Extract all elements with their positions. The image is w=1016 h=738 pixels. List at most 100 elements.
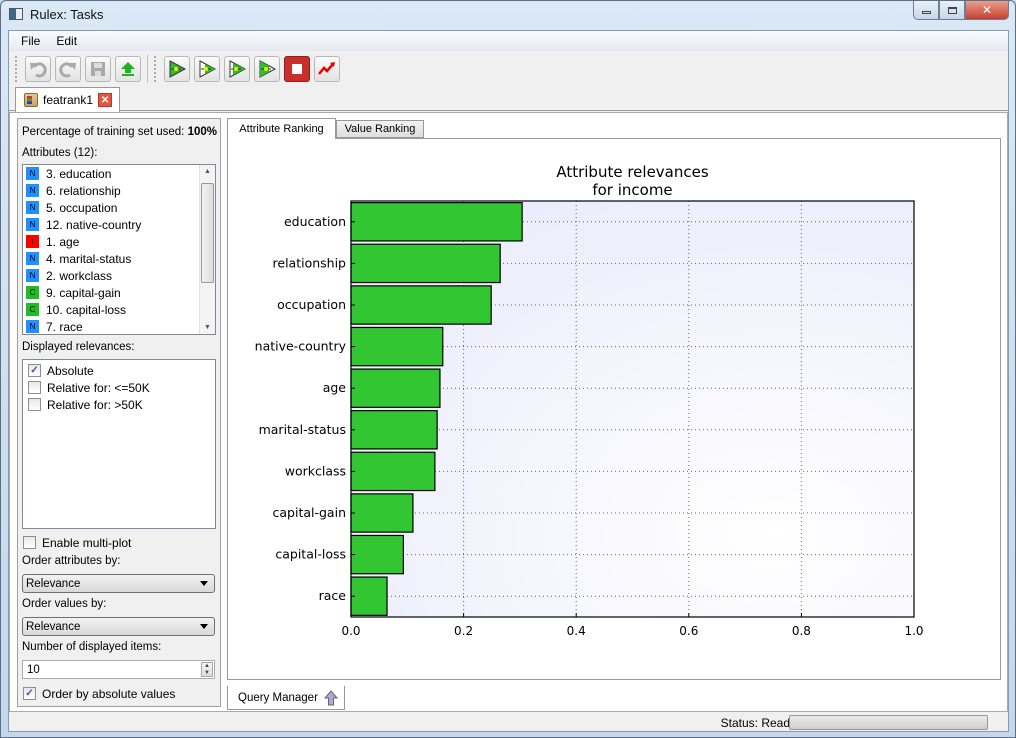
scroll-down-icon[interactable]: ▼ [204, 324, 211, 331]
abs-order-checkbox[interactable]: ✓ Order by absolute values [18, 685, 175, 702]
attribute-type-badge: N [26, 252, 39, 265]
attributes-label: Attributes (12): [22, 147, 98, 159]
menu-file[interactable]: File [13, 34, 48, 48]
upload-icon [121, 61, 135, 76]
attribute-list-item[interactable]: N 6. relationship [23, 182, 215, 199]
upload-button[interactable] [115, 55, 141, 82]
status-bar: Status: Ready [9, 713, 1008, 733]
abs-order-label: Order by absolute values [42, 686, 176, 701]
relevance-checkbox[interactable]: Relative for: >50K [23, 396, 215, 413]
client-area: File Edit featrank1 ✕ Percentage of trai… [8, 30, 1009, 732]
tab-value-ranking[interactable]: Value Ranking [336, 120, 424, 138]
plot-button[interactable] [314, 55, 340, 82]
y-tick-label: capital-gain [273, 505, 346, 520]
attributes-list[interactable]: N 3. education N 6. relationship N 5. occupat… [22, 164, 216, 335]
toolbar-grip[interactable] [15, 55, 19, 82]
order-values-value: Relevance [26, 620, 81, 633]
attribute-label: 5. occupation [46, 200, 118, 215]
attributes-scrollbar[interactable]: ▲ ▼ [199, 165, 215, 334]
y-tick-label: education [284, 214, 346, 229]
attribute-list-item[interactable]: C 9. capital-gain [23, 284, 215, 301]
redo-button[interactable] [55, 55, 81, 82]
checkbox-icon: ✓ [28, 364, 41, 377]
maximize-icon [947, 6, 957, 14]
bar [350, 202, 523, 242]
attribute-type-badge: C [26, 286, 39, 299]
attribute-type-badge: N [26, 320, 39, 333]
close-button[interactable]: ✕ [965, 1, 1009, 20]
order-values-select[interactable]: Relevance [22, 617, 215, 636]
toolbar [9, 52, 1008, 85]
feature-rank-icon [24, 93, 38, 107]
training-set-label: Percentage of training set used: 100% [22, 126, 218, 138]
chart-panel: Attribute relevances for income 0.0 0.2 0.4 0… [227, 138, 1001, 680]
bar [350, 285, 492, 325]
attribute-label: 12. native-country [46, 217, 142, 232]
order-attributes-select[interactable]: Relevance [22, 574, 215, 593]
attribute-list-item[interactable]: I 1. age [23, 233, 215, 250]
order-attributes-value: Relevance [26, 577, 81, 590]
attribute-list-item[interactable]: N 5. occupation [23, 199, 215, 216]
relevance-label: Absolute [47, 363, 94, 378]
run-from-button[interactable] [224, 55, 250, 82]
app-window: Rulex: Tasks ✕ File Edit featrank1 ✕ Per… [0, 0, 1016, 738]
run-to-icon [259, 59, 277, 78]
attribute-list-item[interactable]: C 10. capital-loss [23, 301, 215, 318]
run-from-icon [229, 59, 247, 78]
relevances-list: ✓ Absolute Relative for: <=50K Relative for… [22, 359, 216, 529]
attribute-label: 3. education [46, 166, 112, 181]
window-title: Rulex: Tasks [30, 7, 104, 22]
attribute-list-item[interactable]: N 4. marital-status [23, 250, 215, 267]
x-tick-label: 0.4 [567, 624, 586, 638]
run-to-button[interactable] [254, 55, 280, 82]
attribute-list-item[interactable]: N 12. native-country [23, 216, 215, 233]
attribute-list-item[interactable]: N 7. race [23, 318, 215, 334]
run-all-button[interactable] [164, 55, 190, 82]
multiplot-check-icon [23, 536, 36, 549]
relevance-checkbox[interactable]: ✓ Absolute [23, 362, 215, 379]
minimize-button[interactable] [913, 1, 939, 20]
maximize-button[interactable] [939, 1, 965, 20]
attribute-type-badge: N [26, 184, 39, 197]
undo-button[interactable] [25, 55, 51, 82]
y-tick-label: occupation [277, 297, 346, 312]
scrollbar-thumb[interactable] [201, 183, 214, 283]
close-tab-icon[interactable]: ✕ [98, 93, 113, 107]
bar [350, 451, 436, 492]
doc-tab-featrank1[interactable]: featrank1 ✕ [15, 87, 120, 112]
attribute-type-badge: N [26, 201, 39, 214]
y-tick-label: marital-status [259, 422, 346, 437]
arrow-up-icon [323, 689, 338, 705]
toolbar-grip-2[interactable] [154, 55, 158, 82]
attribute-label: 2. workclass [46, 268, 113, 283]
save-button[interactable] [85, 55, 111, 82]
relevance-checkbox[interactable]: Relative for: <=50K [23, 379, 215, 396]
query-manager-tab[interactable]: Query Manager [227, 686, 345, 710]
tab-attribute-ranking[interactable]: Attribute Ranking [227, 118, 336, 139]
menu-edit[interactable]: Edit [48, 34, 85, 48]
x-tick-label: 0.6 [679, 624, 698, 638]
ranking-area: Attribute Ranking Value Ranking Attribut… [227, 118, 1001, 680]
x-tick-label: 0.0 [341, 624, 360, 638]
spin-arrows-icon[interactable]: ▲ ▼ [201, 662, 213, 677]
stop-button[interactable] [284, 55, 310, 82]
num-items-spinbox[interactable]: 10 ▲ ▼ [22, 660, 215, 679]
y-tick-label: relationship [273, 255, 347, 270]
order-values-label: Order values by: [22, 598, 107, 610]
minimize-icon [921, 11, 931, 14]
relevance-label: Relative for: >50K [47, 397, 143, 412]
x-tick-label: 0.8 [792, 624, 811, 638]
chart-title: Attribute relevances [556, 163, 709, 181]
run-step-button[interactable] [194, 55, 220, 82]
chevron-down-icon [200, 581, 208, 586]
attribute-list-item[interactable]: N 2. workclass [23, 267, 215, 284]
scroll-up-icon[interactable]: ▲ [204, 168, 211, 175]
multiplot-checkbox[interactable]: Enable multi-plot [18, 534, 131, 551]
bar [350, 493, 414, 533]
attribute-list-item[interactable]: N 3. education [23, 165, 215, 182]
task-body: Percentage of training set used: 100% At… [9, 112, 1008, 712]
relevance-chart: Attribute relevancesfor income 0.0 0.2 0.4 0… [255, 163, 924, 638]
attribute-type-badge: N [26, 269, 39, 282]
status-text: Status: Ready [720, 716, 796, 730]
y-tick-label: workclass [285, 463, 346, 478]
